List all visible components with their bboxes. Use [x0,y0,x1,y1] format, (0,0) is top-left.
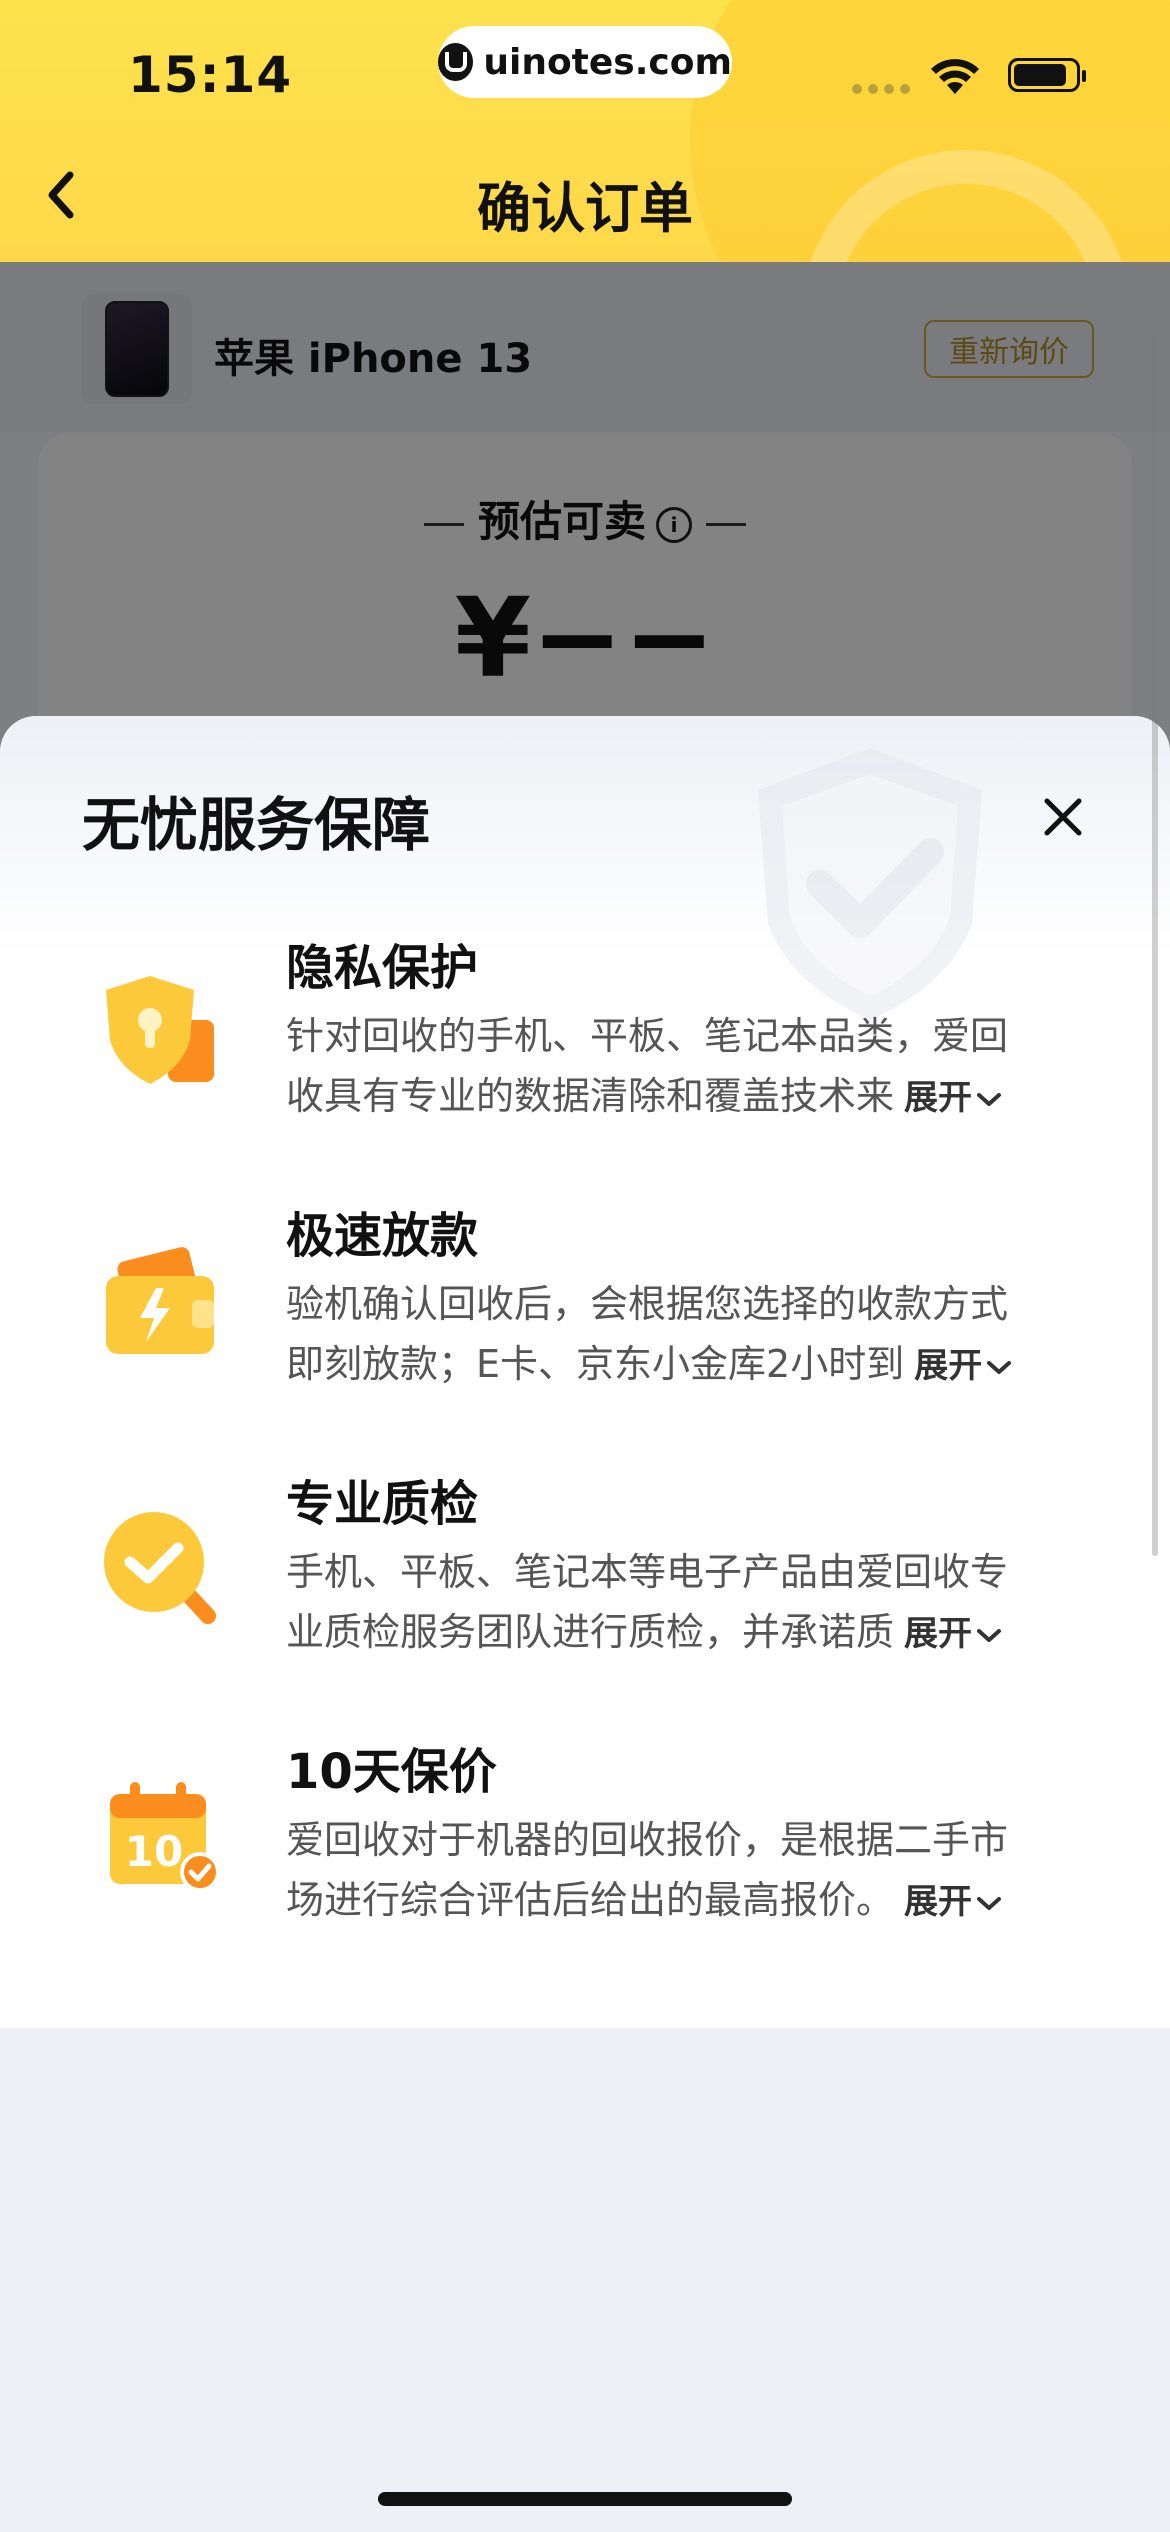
expand-button[interactable]: 展开 [914,1346,1012,1386]
wifi-icon [931,59,979,94]
service-item-description: 手机、平板、笔记本等电子产品由爱回收专 业质检服务团队进行质检，并承诺质 展开 [286,1550,1009,1654]
chevron-down-icon [977,1896,1002,1910]
expand-button[interactable]: 展开 [904,1614,1002,1654]
home-indicator[interactable] [378,2492,792,2506]
service-guarantee-sheet: 无忧服务保障 隐私保护 针对回收的手机、平板、笔记本品类，爱回 收具有专业的数据… [0,716,1170,2532]
service-item-quality-check: 专业质检 手机、平板、笔记本等电子产品由爱回收专 业质检服务团队进行质检，并承诺… [0,1464,1170,1694]
chevron-down-icon [977,1092,1002,1106]
service-item-title: 隐私保护 [286,940,479,996]
price-protection-calendar-icon: 10 [110,1782,220,1892]
service-item-description: 爱回收对于机器的回收报价，是根据二手市 场进行综合评估后给出的最高报价。 展开 [286,1818,1009,1922]
service-item-fast-payment: 极速放款 验机确认回收后，会根据您选择的收款方式 即刻放款；E卡、京东小金库2小… [0,1196,1170,1426]
service-item-title: 极速放款 [286,1208,479,1264]
service-item-title: 10天保价 [286,1744,497,1800]
expand-button[interactable]: 展开 [904,1078,1002,1118]
close-icon [1044,798,1082,836]
expand-button[interactable]: 展开 [904,1882,1002,1922]
battery-icon [1008,58,1086,92]
quality-check-magnifier-icon [104,1512,216,1624]
svg-text:10: 10 [125,1827,183,1876]
status-time: 15:14 [128,46,293,104]
page-title: 确认订单 [477,177,693,240]
signal-dots-icon [852,84,910,94]
site-logo-icon [438,43,474,81]
service-item-description: 验机确认回收后，会根据您选择的收款方式 即刻放款；E卡、京东小金库2小时到 展开 [286,1274,1066,1396]
fast-payment-wallet-icon [106,1247,214,1354]
service-item-privacy: 隐私保护 针对回收的手机、平板、笔记本品类，爱回 收具有专业的数据清除和覆盖技术… [0,928,1170,1158]
url-text: uinotes.com [483,41,732,83]
scrollbar[interactable] [1152,336,1158,1556]
url-pill[interactable]: uinotes.com [438,26,732,98]
chevron-down-icon [977,1628,1002,1642]
service-item-price-protection: 10 10天保价 爱回收对于机器的回收报价，是根据二手市 场进行综合评估后给出的… [0,1732,1170,1962]
service-item-title: 专业质检 [286,1476,479,1532]
service-item-description: 针对回收的手机、平板、笔记本品类，爱回 收具有专业的数据清除和覆盖技术来 展开 [286,1014,1009,1118]
privacy-shield-icon [106,976,214,1084]
status-bar: 15:14 uinotes.com [0,0,1170,150]
sheet-title: 无忧服务保障 [82,791,431,859]
chevron-down-icon [987,1360,1012,1374]
close-button[interactable] [1030,784,1096,850]
